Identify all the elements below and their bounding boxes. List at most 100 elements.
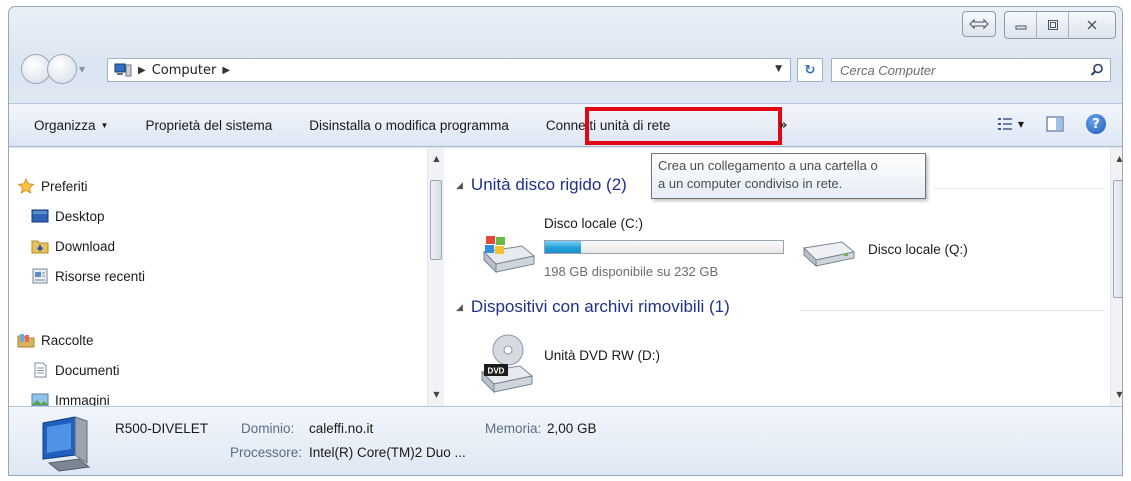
change-view-button[interactable]: ▼ [997, 116, 1024, 132]
group-title: Dispositivi con archivi rimovibili (1) [470, 297, 730, 316]
close-button[interactable] [1069, 12, 1115, 38]
collapse-triangle-icon: ◢ [456, 179, 463, 190]
memory-label: Memoria: [485, 421, 542, 436]
navigation-pane: Preferiti Desktop Download Risorse recen… [9, 148, 443, 406]
scrollbar-thumb[interactable] [1113, 180, 1122, 298]
cpu-value: Intel(R) Core(TM)2 Duo ... [309, 445, 466, 460]
command-bar: Organizza ▼ Proprietà del sistema Disins… [9, 103, 1122, 147]
drive-free-space: 198 GB disponibile su 232 GB [544, 264, 719, 279]
computer-icon [114, 63, 132, 77]
minimize-icon [1015, 25, 1026, 30]
domain-value: caleffi.no.it [309, 421, 374, 436]
highlight-box [585, 107, 782, 145]
drive-c[interactable]: Disco locale (C:) 198 GB disponibile su … [472, 216, 792, 286]
chevron-down-icon: ▼ [1017, 119, 1024, 129]
scrollbar-thumb[interactable] [430, 180, 442, 260]
drive-d[interactable]: DVD Unità DVD RW (D:) [472, 334, 772, 402]
nav-item-favorites[interactable]: Preferiti [17, 178, 88, 194]
star-icon [17, 178, 35, 194]
tooltip-line-1: Crea un collegamento a una cartella o [658, 158, 878, 173]
address-row: ▼ ▶ Computer ▶ ▼ ↻ [19, 51, 1112, 89]
recent-pages-dropdown-icon[interactable]: ▼ [79, 65, 89, 74]
restore-arrows-button[interactable] [962, 11, 996, 37]
group-divider [934, 188, 1104, 189]
restore-arrows-icon [969, 18, 989, 30]
scroll-down-icon[interactable]: ▼ [1111, 390, 1122, 399]
drive-usage-fill [545, 241, 581, 253]
search-box [831, 58, 1111, 82]
navigation-scrollbar[interactable]: ▲ ▼ [427, 148, 444, 406]
collapse-triangle-icon: ◢ [456, 301, 463, 312]
group-divider [800, 310, 1104, 311]
window-controls [1004, 11, 1116, 39]
breadcrumb-separator-icon[interactable]: ▶ [138, 65, 146, 76]
dvd-drive-icon: DVD [480, 334, 534, 394]
uninstall-program-button[interactable]: Disinstalla o modifica programma [309, 118, 509, 133]
dvd-badge: DVD [488, 367, 505, 376]
nav-item-download[interactable]: Download [31, 238, 115, 254]
group-title: Unità disco rigido (2) [470, 175, 627, 194]
nav-label: Desktop [55, 208, 105, 224]
minimize-button[interactable] [1005, 12, 1037, 38]
breadcrumb-chevron-icon[interactable]: ▶ [222, 65, 230, 76]
refresh-button[interactable]: ↻ [797, 58, 823, 82]
forward-button[interactable] [47, 54, 77, 84]
desktop-icon [31, 209, 49, 223]
drive-usage-bar [544, 240, 784, 254]
nav-item-recent[interactable]: Risorse recenti [31, 268, 145, 284]
nav-label: Download [55, 238, 116, 254]
recent-places-icon [32, 268, 48, 284]
libraries-icon [17, 334, 35, 348]
explorer-window: ▼ ▶ Computer ▶ ▼ ↻ Organizza [8, 6, 1123, 476]
search-icon[interactable] [1090, 63, 1104, 77]
drive-name: Disco locale (Q:) [868, 242, 968, 257]
download-folder-icon [31, 240, 49, 254]
close-icon [1087, 20, 1097, 30]
nav-label: Documenti [55, 362, 120, 378]
refresh-icon: ↻ [804, 62, 816, 78]
address-dropdown-icon[interactable]: ▼ [775, 64, 782, 74]
more-commands-button[interactable]: » [779, 118, 787, 133]
organize-label: Organizza [34, 117, 96, 133]
hard-drive-icon [802, 241, 856, 268]
memory-value: 2,00 GB [547, 421, 597, 436]
group-header-hard-disks[interactable]: ◢ Unità disco rigido (2) [456, 175, 627, 195]
group-header-removable[interactable]: ◢ Dispositivi con archivi rimovibili (1) [456, 297, 730, 317]
drive-q[interactable]: Disco locale (Q:) [800, 216, 1030, 276]
view-details-icon [997, 118, 1012, 130]
drive-name: Unità DVD RW (D:) [544, 348, 661, 363]
scroll-up-icon[interactable]: ▲ [428, 154, 445, 163]
cpu-label: Processore: [230, 445, 303, 460]
address-bar[interactable]: ▶ Computer ▶ ▼ [107, 58, 791, 82]
nav-item-documents[interactable]: Documenti [31, 362, 120, 378]
maximize-button[interactable] [1037, 12, 1069, 38]
scroll-up-icon[interactable]: ▲ [1111, 154, 1122, 163]
nav-label: Preferiti [41, 178, 88, 194]
help-button[interactable]: ? [1086, 114, 1106, 134]
documents-icon [34, 362, 47, 378]
preview-pane-icon[interactable] [1046, 116, 1064, 132]
organize-menu[interactable]: Organizza ▼ [34, 118, 108, 133]
images-icon [31, 393, 49, 406]
caption-buttons [962, 11, 1116, 39]
tooltip: Crea un collegamento a una cartella o a … [651, 153, 926, 199]
nav-item-images[interactable]: Immagini [31, 392, 110, 406]
system-properties-button[interactable]: Proprietà del sistema [145, 118, 272, 133]
computer-name: R500-DIVELET [115, 421, 209, 436]
help-icon: ? [1092, 116, 1100, 132]
chevron-down-icon: ▼ [100, 120, 109, 130]
nav-item-libraries[interactable]: Raccolte [17, 332, 94, 348]
nav-label: Raccolte [41, 332, 94, 348]
search-input[interactable] [840, 62, 1080, 78]
nav-item-desktop[interactable]: Desktop [31, 208, 105, 224]
breadcrumb-computer[interactable]: Computer [152, 63, 217, 78]
domain-label: Dominio: [241, 421, 295, 436]
drive-name: Disco locale (C:) [544, 216, 644, 231]
details-pane: R500-DIVELET Dominio: caleffi.no.it Memo… [9, 406, 1122, 475]
maximize-icon [1047, 20, 1058, 30]
nav-label: Immagini [55, 392, 110, 407]
system-drive-icon [482, 236, 536, 274]
scroll-down-icon[interactable]: ▼ [428, 390, 445, 399]
content-scrollbar[interactable]: ▲ ▼ [1110, 148, 1122, 406]
view-controls: ▼ ? [997, 114, 1106, 134]
